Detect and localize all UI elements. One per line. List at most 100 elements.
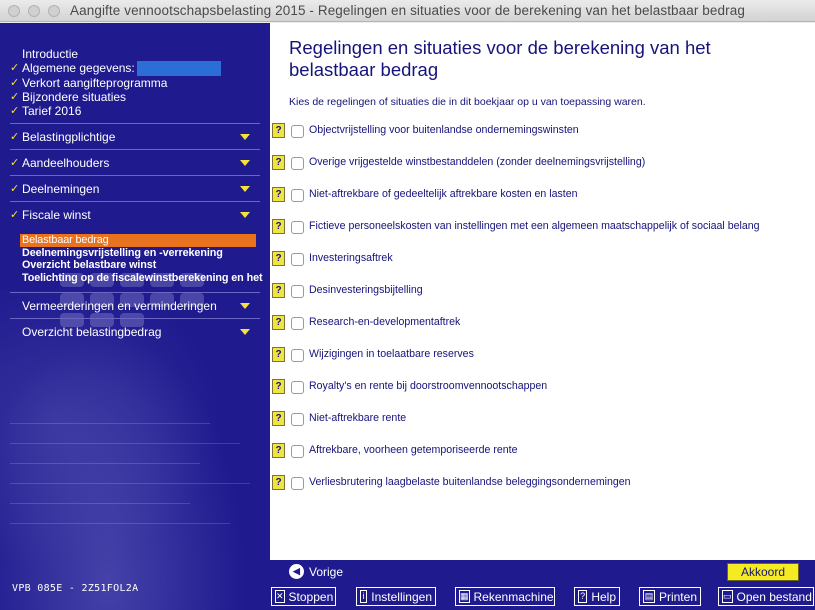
help-icon[interactable]: ?	[272, 283, 285, 298]
check-icon: ✓	[10, 62, 20, 75]
minimize-window-button[interactable]	[28, 5, 40, 17]
window-title: Aangifte vennootschapsbelasting 2015 - R…	[70, 3, 745, 18]
help-icon[interactable]: ?	[272, 315, 285, 330]
list-item: ? Investeringsaftrek	[270, 251, 815, 269]
sidebar-item-bijzondere-situaties[interactable]: ✓ Bijzondere situaties	[10, 90, 260, 104]
help-icon[interactable]: ?	[272, 187, 285, 202]
option-checkbox[interactable]	[291, 285, 304, 298]
sidebar-section-overzicht-belastingbedrag[interactable]: Overzicht belastingbedrag	[10, 318, 260, 344]
company-name-field	[136, 60, 221, 76]
chevron-down-icon	[240, 303, 250, 309]
help-icon[interactable]: ?	[272, 219, 285, 234]
bottom-toolbar: ✕ Stoppen i Instellingen ▦ Rekenmachine …	[270, 584, 815, 610]
option-label[interactable]: Verliesbrutering laagbelaste buitenlands…	[309, 476, 631, 488]
stoppen-button[interactable]: ✕ Stoppen	[271, 587, 336, 606]
help-icon[interactable]: ?	[272, 411, 285, 426]
option-label[interactable]: Research-en-developmentaftrek	[309, 316, 460, 328]
sidebar-section-vermeerderingen[interactable]: Vermeerderingen en verminderingen	[10, 292, 260, 318]
page-title: Regelingen en situaties voor de berekeni…	[289, 37, 711, 80]
sidebar-item-algemene-gegevens[interactable]: ✓ Algemene gegevens:	[10, 60, 260, 76]
akkoord-button[interactable]: Akkoord	[727, 563, 799, 581]
chevron-down-icon	[240, 134, 250, 140]
help-icon[interactable]: ?	[272, 475, 285, 490]
sidebar: Introductie ✓ Algemene gegevens: ✓ Verkort…	[0, 23, 270, 610]
list-item: ? Research-en-developmentaftrek	[270, 315, 815, 333]
sidebar-item-verkort-aangifteprogramma[interactable]: ✓ Verkort aangifteprogramma	[10, 76, 260, 90]
option-checkbox[interactable]	[291, 445, 304, 458]
instellingen-button[interactable]: i Instellingen	[356, 587, 436, 606]
sidebar-section-belastingplichtige[interactable]: ✓ Belastingplichtige	[10, 123, 260, 149]
option-checkbox[interactable]	[291, 413, 304, 426]
version-label: VPB 085E - 2Z51FOL2A	[12, 583, 139, 594]
open-bestand-button[interactable]: ▭ Open bestand	[718, 587, 814, 606]
sidebar-subitem-toelichting[interactable]: Toelichting op de fiscalewinstberekening…	[20, 272, 263, 285]
option-checkbox[interactable]	[291, 125, 304, 138]
list-item: ? Objectvrijstelling voor buitenlandse o…	[270, 123, 815, 141]
check-icon: ✓	[10, 76, 20, 89]
option-label[interactable]: Investeringsaftrek	[309, 252, 393, 264]
previous-button[interactable]: ◀ Vorige	[289, 563, 343, 580]
option-label[interactable]: Wijzigingen in toelaatbare reserves	[309, 348, 474, 360]
sidebar-item-tarief-2016[interactable]: ✓ Tarief 2016	[10, 104, 260, 118]
close-window-button[interactable]	[8, 5, 20, 17]
question-icon: ?	[578, 590, 588, 603]
help-button[interactable]: ? Help	[574, 587, 620, 606]
option-checkbox[interactable]	[291, 477, 304, 490]
sidebar-item-introductie[interactable]: Introductie	[10, 47, 260, 61]
help-icon[interactable]: ?	[272, 123, 285, 138]
list-item: ? Wijzigingen in toelaatbare reserves	[270, 347, 815, 365]
help-icon[interactable]: ?	[272, 347, 285, 362]
close-icon: ✕	[275, 590, 285, 603]
sidebar-section-fiscale-winst[interactable]: ✓ Fiscale winst	[10, 201, 260, 227]
main-content: Regelingen en situaties voor de berekeni…	[270, 23, 815, 560]
option-label[interactable]: Desinvesteringsbijtelling	[309, 284, 423, 296]
option-label[interactable]: Niet-aftrekbare rente	[309, 412, 406, 424]
calculator-icon: ▦	[459, 590, 470, 603]
rekenmachine-button[interactable]: ▦ Rekenmachine	[455, 587, 555, 606]
option-checkbox[interactable]	[291, 189, 304, 202]
option-label[interactable]: Niet-aftrekbare of gedeeltelijk aftrekba…	[309, 188, 578, 200]
option-checkbox[interactable]	[291, 221, 304, 234]
chevron-down-icon	[240, 212, 250, 218]
option-checkbox[interactable]	[291, 349, 304, 362]
list-item: ? Verliesbrutering laagbelaste buitenlan…	[270, 475, 815, 493]
option-checkbox[interactable]	[291, 253, 304, 266]
list-item: ? Royalty's en rente bij doorstroomvenno…	[270, 379, 815, 397]
list-item: ? Niet-aftrekbare of gedeeltelijk aftrek…	[270, 187, 815, 205]
option-checkbox[interactable]	[291, 317, 304, 330]
option-checkbox[interactable]	[291, 381, 304, 394]
list-item: ? Aftrekbare, voorheen getemporiseerde r…	[270, 443, 815, 461]
info-icon: i	[360, 590, 368, 603]
chevron-down-icon	[240, 329, 250, 335]
check-icon: ✓	[10, 90, 20, 103]
help-icon[interactable]: ?	[272, 443, 285, 458]
option-label[interactable]: Aftrekbare, voorheen getemporiseerde ren…	[309, 444, 517, 456]
list-item: ? Desinvesteringsbijtelling	[270, 283, 815, 301]
help-icon[interactable]: ?	[272, 379, 285, 394]
sidebar-section-deelnemingen[interactable]: ✓ Deelnemingen	[10, 175, 260, 201]
option-label[interactable]: Objectvrijstelling voor buitenlandse ond…	[309, 124, 579, 136]
chevron-down-icon	[240, 186, 250, 192]
check-icon: ✓	[10, 209, 20, 221]
option-label[interactable]: Overige vrijgestelde winstbestanddelen (…	[309, 156, 645, 168]
printer-icon: ▤	[643, 590, 655, 603]
page-navigation-bar: ◀ Vorige Akkoord	[270, 560, 815, 584]
sidebar-subitem-belastbaar-bedrag[interactable]: Belastbaar bedrag	[20, 234, 256, 247]
option-label[interactable]: Fictieve personeelskosten van instelling…	[309, 220, 760, 232]
list-item: ? Niet-aftrekbare rente	[270, 411, 815, 429]
help-icon[interactable]: ?	[272, 251, 285, 266]
printen-button[interactable]: ▤ Printen	[639, 587, 701, 606]
option-label[interactable]: Royalty's en rente bij doorstroomvennoot…	[309, 380, 547, 392]
title-bar: Aangifte vennootschapsbelasting 2015 - R…	[0, 0, 815, 22]
sidebar-subitem-deelnemingsvrijstelling[interactable]: Deelnemingsvrijstelling en -verrekening	[20, 247, 256, 260]
option-checkbox[interactable]	[291, 157, 304, 170]
check-icon: ✓	[10, 183, 20, 195]
help-icon[interactable]: ?	[272, 155, 285, 170]
zoom-window-button[interactable]	[48, 5, 60, 17]
list-item: ? Overige vrijgestelde winstbestanddelen…	[270, 155, 815, 173]
fiscale-winst-subitems: Belastbaar bedrag Deelnemingsvrijstellin…	[20, 234, 263, 285]
folder-icon: ▭	[722, 590, 733, 603]
chevron-down-icon	[240, 160, 250, 166]
sidebar-section-aandeelhouders[interactable]: ✓ Aandeelhouders	[10, 149, 260, 175]
sidebar-subitem-overzicht-belastbare-winst[interactable]: Overzicht belastbare winst	[20, 259, 256, 272]
